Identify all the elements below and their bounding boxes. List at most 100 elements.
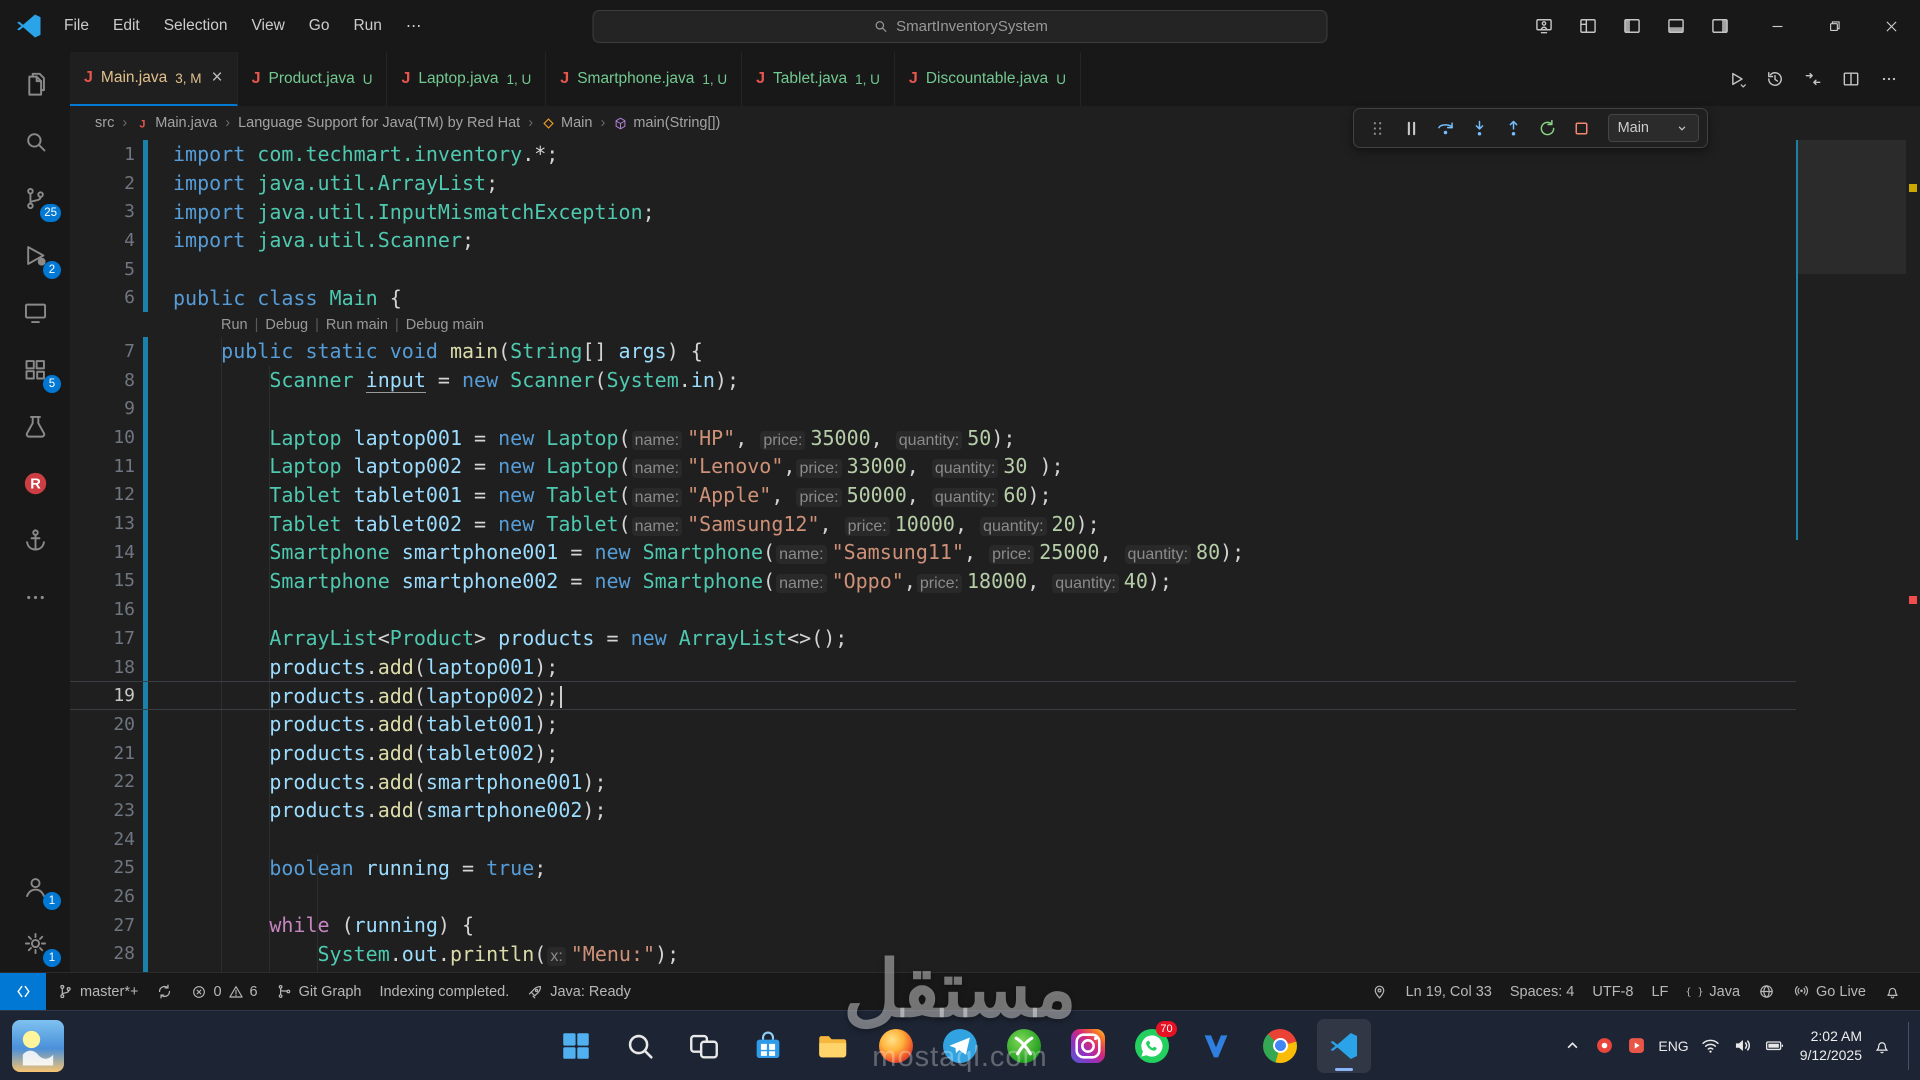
recorder-tray-icon[interactable] [1594, 1035, 1615, 1056]
activity-anchor-extension[interactable] [0, 512, 70, 569]
code-line[interactable]: 28 System.out.println(x:"Menu:"); [70, 940, 1796, 969]
breadcrumb-item[interactable]: src [95, 115, 114, 131]
code-line[interactable]: 26 [70, 882, 1796, 911]
menu-go[interactable]: Go [297, 0, 342, 52]
tab-Main.java[interactable]: JMain.java3, M× [70, 52, 238, 106]
code-line[interactable]: 19 products.add(laptop002); [70, 681, 1796, 710]
taskbar-firefox-button[interactable] [869, 1019, 923, 1073]
code-line[interactable]: 11 Laptop laptop002 = new Laptop(name:"L… [70, 452, 1796, 481]
status-go-live[interactable]: Go Live [1784, 973, 1875, 1010]
code-line[interactable]: 2import java.util.ArrayList; [70, 169, 1796, 198]
activity-accounts[interactable]: 1 [0, 858, 70, 915]
tab-Smartphone.java[interactable]: JSmartphone.java1, U [546, 52, 742, 106]
code-area[interactable]: 1import com.techmart.inventory.*;2import… [70, 140, 1796, 972]
debug-grip-button[interactable] [1362, 112, 1394, 144]
command-center[interactable]: SmartInventorySystem [593, 10, 1328, 43]
taskbar-clock[interactable]: 2:02 AM 9/12/2025 [1800, 1027, 1862, 1065]
breadcrumb-item[interactable]: main(String[]) [613, 115, 720, 131]
code-line[interactable]: 20 products.add(tablet001); [70, 710, 1796, 739]
language-indicator[interactable]: ENG [1658, 1038, 1688, 1054]
activity-source-control[interactable]: 25 [0, 170, 70, 227]
code-line[interactable]: 16 [70, 595, 1796, 624]
media-tray-icon[interactable] [1626, 1035, 1647, 1056]
tab-Tablet.java[interactable]: JTablet.java1, U [742, 52, 895, 106]
code-line[interactable]: 21 products.add(tablet002); [70, 739, 1796, 768]
debug-step-into-button[interactable] [1464, 112, 1496, 144]
status-git-graph[interactable]: Git Graph [267, 973, 371, 1010]
status-encoding[interactable]: UTF-8 [1583, 973, 1642, 1010]
codelens-link[interactable]: Run main [326, 317, 388, 333]
panel-bottom-button[interactable] [1655, 8, 1697, 44]
close-button[interactable] [1863, 0, 1920, 52]
code-line[interactable]: 5 [70, 255, 1796, 284]
code-line[interactable]: 6public class Main { [70, 283, 1796, 312]
debug-step-out-button[interactable] [1498, 112, 1530, 144]
taskbar-whatsapp-button[interactable]: 70 [1125, 1019, 1179, 1073]
status-ports[interactable] [1749, 973, 1784, 1010]
overview-ruler[interactable] [1906, 140, 1920, 972]
tab-Product.java[interactable]: JProduct.javaU [238, 52, 388, 106]
menu-file[interactable]: File [52, 0, 101, 52]
status-problems[interactable]: 06 [182, 973, 266, 1010]
status-pin[interactable] [1362, 973, 1397, 1010]
code-line[interactable]: 7 public static void main(String[] args)… [70, 337, 1796, 366]
activity-remote-explorer[interactable] [0, 284, 70, 341]
code-line[interactable]: 22 products.add(smartphone001); [70, 767, 1796, 796]
close-tab-icon[interactable]: × [212, 67, 223, 89]
code-line[interactable]: 8 Scanner input = new Scanner(System.in)… [70, 366, 1796, 395]
hidden-icons-chevron[interactable] [1562, 1035, 1583, 1056]
tab-Discountable.java[interactable]: JDiscountable.javaU [895, 52, 1081, 106]
code-line[interactable]: 25 boolean running = true; [70, 854, 1796, 883]
run-action-button[interactable] [1720, 62, 1754, 96]
taskbar-telegram-button[interactable] [933, 1019, 987, 1073]
cast-button[interactable] [1523, 8, 1565, 44]
activity-explorer[interactable] [0, 56, 70, 113]
activity-r-extension[interactable]: R [0, 455, 70, 512]
taskbar-search-button[interactable] [613, 1019, 667, 1073]
split-action-button[interactable] [1834, 62, 1868, 96]
codelens-link[interactable]: Debug main [406, 317, 484, 333]
status-indexing-status[interactable]: Indexing completed. [370, 973, 518, 1010]
taskbar-xbox-button[interactable] [997, 1019, 1051, 1073]
activity-run-debug[interactable]: 2 [0, 227, 70, 284]
code-line[interactable]: 4import java.util.Scanner; [70, 226, 1796, 255]
restore-button[interactable] [1806, 0, 1863, 52]
status-sync[interactable] [147, 973, 182, 1010]
volume-icon[interactable] [1732, 1035, 1753, 1056]
activity-more[interactable] [0, 569, 70, 626]
tab-Laptop.java[interactable]: JLaptop.java1, U [387, 52, 546, 106]
code-line[interactable]: 17 ArrayList<Product> products = new Arr… [70, 624, 1796, 653]
activity-search[interactable] [0, 113, 70, 170]
taskbar-v-player-button[interactable] [1189, 1019, 1243, 1073]
minimize-button[interactable] [1749, 0, 1806, 52]
taskbar-store-button[interactable] [741, 1019, 795, 1073]
panel-right-button[interactable] [1699, 8, 1741, 44]
activity-testing[interactable] [0, 398, 70, 455]
activity-extensions[interactable]: 5 [0, 341, 70, 398]
status-language-mode[interactable]: { }Java [1677, 973, 1749, 1010]
codelens-link[interactable]: Run [221, 317, 248, 333]
menu-view[interactable]: View [239, 0, 296, 52]
breadcrumb-item[interactable]: Main [541, 115, 592, 131]
status-branch[interactable]: master*+ [48, 973, 147, 1010]
debug-pause-button[interactable] [1396, 112, 1428, 144]
panel-left-button[interactable] [1611, 8, 1653, 44]
codelens-link[interactable]: Debug [265, 317, 308, 333]
code-line[interactable]: 24 [70, 825, 1796, 854]
breadcrumb-item[interactable]: Language Support for Java(TM) by Red Hat [238, 115, 520, 131]
taskbar-instagram-button[interactable] [1061, 1019, 1115, 1073]
status-remote-indicator[interactable] [0, 973, 46, 1010]
ellipsis-action-button[interactable] [1872, 62, 1906, 96]
code-line[interactable]: 23 products.add(smartphone002); [70, 796, 1796, 825]
debug-restart-button[interactable] [1532, 112, 1564, 144]
wifi-icon[interactable] [1700, 1035, 1721, 1056]
history-action-button[interactable] [1758, 62, 1792, 96]
menu-run[interactable]: Run [341, 0, 393, 52]
activity-settings[interactable]: 1 [0, 915, 70, 972]
debug-stop-button[interactable] [1566, 112, 1598, 144]
code-line[interactable]: 18 products.add(laptop001); [70, 653, 1796, 682]
code-line[interactable]: 3import java.util.InputMismatchException… [70, 197, 1796, 226]
breadcrumb-item[interactable]: JMain.java [135, 115, 217, 131]
debug-step-over-button[interactable] [1430, 112, 1462, 144]
compare-action-button[interactable] [1796, 62, 1830, 96]
